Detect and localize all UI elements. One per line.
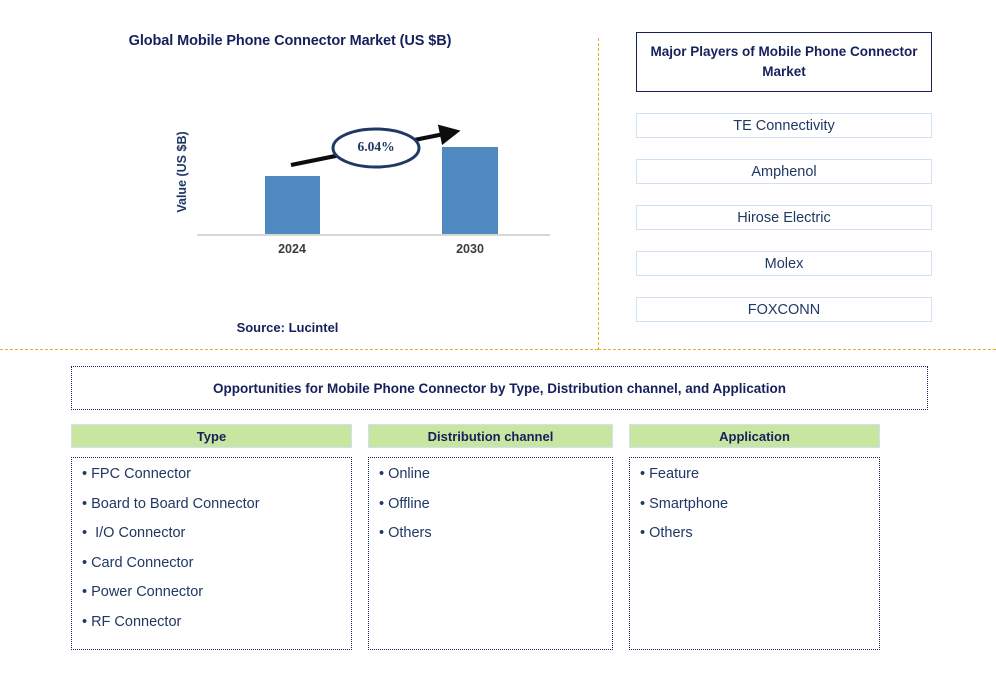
bullet-icon: • xyxy=(82,525,88,541)
opportunity-column-distribution-channel: Distribution channel • Online • Offline • O… xyxy=(368,424,613,650)
list-item: • Power Connector xyxy=(82,585,341,600)
bullet-icon: • xyxy=(379,495,385,512)
vertical-divider xyxy=(598,38,599,350)
bullet-icon: • xyxy=(379,466,385,482)
opportunity-column-application: Application • Feature • Smartphone • Others xyxy=(629,424,880,650)
player-item: Molex xyxy=(636,251,932,276)
bullet-icon: • xyxy=(640,466,646,482)
list-item: • Online xyxy=(379,467,602,482)
list-item-label: Feature xyxy=(649,466,700,482)
column-body: • FPC Connector • Board to Board Connector… xyxy=(71,457,352,650)
player-item: TE Connectivity xyxy=(636,113,932,138)
opportunity-column-type: Type • FPC Connector • Board to Board Conn… xyxy=(71,424,352,650)
cagr-value: 6.04% xyxy=(357,139,395,154)
list-item: • FPC Connector xyxy=(82,467,341,482)
major-players-panel: Major Players of Mobile Phone Connector … xyxy=(636,32,932,322)
chart-plot-area: Value (US $B) 2024 2030 6.04% xyxy=(0,0,598,270)
bar-2030 xyxy=(442,147,498,234)
column-body: • Online • Offline • Others xyxy=(368,457,613,650)
source-note: Source: Lucintel xyxy=(236,320,339,335)
list-item-label: Card Connector xyxy=(91,554,194,571)
x-axis-line xyxy=(197,234,550,236)
list-item-label: RF Connector xyxy=(91,613,182,630)
list-item-label: FPC Connector xyxy=(91,466,192,482)
bullet-icon: • xyxy=(640,525,646,541)
player-item: FOXCONN xyxy=(636,297,932,322)
bullet-icon: • xyxy=(82,613,88,630)
bullet-icon: • xyxy=(82,495,88,512)
column-body: • Feature • Smartphone • Others xyxy=(629,457,880,650)
list-item: • I/O Connector xyxy=(82,526,341,541)
list-item-label: I/O Connector xyxy=(91,525,186,541)
list-item: • Feature xyxy=(640,467,869,482)
list-item: • Card Connector xyxy=(82,554,341,571)
opportunities-header: Opportunities for Mobile Phone Connector… xyxy=(71,366,928,410)
column-header: Type xyxy=(71,424,352,448)
list-item: • Smartphone xyxy=(640,495,869,512)
list-item-label: Board to Board Connector xyxy=(91,495,260,512)
opportunities-columns: Type • FPC Connector • Board to Board Conn… xyxy=(71,424,928,650)
major-players-header: Major Players of Mobile Phone Connector … xyxy=(636,32,932,92)
bar-2024 xyxy=(265,176,320,234)
column-header: Application xyxy=(629,424,880,448)
y-axis-label: Value (US $B) xyxy=(175,131,189,213)
list-item-label: Offline xyxy=(388,495,430,512)
bullet-icon: • xyxy=(379,525,385,541)
list-item: • Others xyxy=(640,526,869,541)
list-item-label: Smartphone xyxy=(649,495,729,512)
list-item-label: Power Connector xyxy=(91,584,204,600)
bullet-icon: • xyxy=(82,584,88,600)
bullet-icon: • xyxy=(82,554,88,571)
list-item: • RF Connector xyxy=(82,613,341,630)
player-item: Amphenol xyxy=(636,159,932,184)
list-item: • Offline xyxy=(379,495,602,512)
list-item: • Board to Board Connector xyxy=(82,495,341,512)
bullet-icon: • xyxy=(82,466,88,482)
list-item-label: Others xyxy=(388,525,432,541)
column-header: Distribution channel xyxy=(368,424,613,448)
horizontal-divider-right xyxy=(598,349,996,350)
x-tick-2030: 2030 xyxy=(456,242,484,256)
list-item: • Others xyxy=(379,526,602,541)
x-tick-2024: 2024 xyxy=(278,242,306,256)
list-item-label: Others xyxy=(649,525,693,541)
list-item-label: Online xyxy=(388,466,430,482)
player-item: Hirose Electric xyxy=(636,205,932,230)
horizontal-divider-left xyxy=(0,349,598,350)
market-chart-panel: Global Mobile Phone Connector Market (US… xyxy=(0,0,598,355)
bullet-icon: • xyxy=(640,495,646,512)
